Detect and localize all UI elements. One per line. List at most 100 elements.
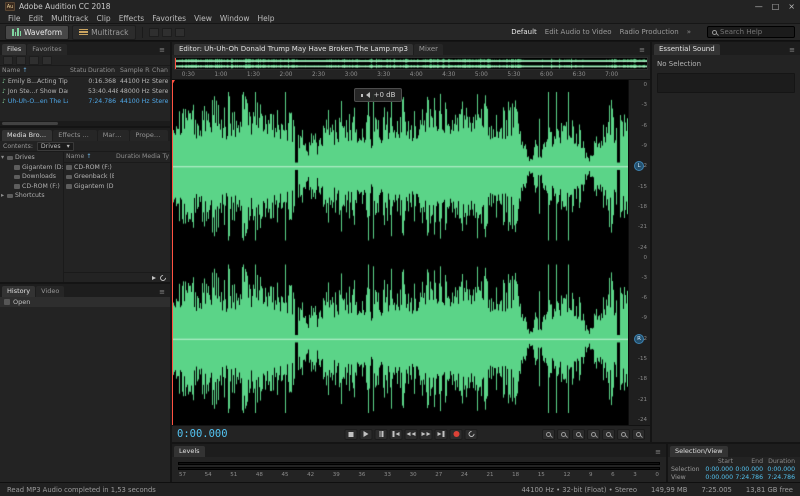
panel-menu-icon[interactable]: ≡: [786, 46, 798, 55]
column-media-type[interactable]: Media Ty: [140, 152, 170, 162]
tree-item[interactable]: ▾ Drives: [0, 153, 63, 163]
skip-to-start-button[interactable]: [389, 428, 403, 440]
search-help-box[interactable]: [707, 26, 795, 38]
view-start[interactable]: 0:00.000: [705, 474, 735, 482]
waveform-mode-button[interactable]: Waveform: [5, 24, 70, 40]
rewind-button[interactable]: [404, 428, 418, 440]
volume-hud[interactable]: +0 dB: [353, 88, 403, 102]
media-list-row[interactable]: Gigantem (D:): [64, 182, 170, 192]
open-file-button[interactable]: [16, 55, 26, 65]
menu-item[interactable]: Multitrack: [47, 14, 92, 23]
zoom-out-button[interactable]: [557, 428, 570, 440]
file-row[interactable]: ♪Emily B...Acting Tips.mp3 0:16.368 4410…: [0, 77, 170, 87]
maximize-button[interactable]: □: [772, 2, 780, 11]
move-tool-button[interactable]: [148, 27, 159, 37]
insert-multitrack-button[interactable]: [42, 55, 52, 65]
menu-item[interactable]: Help: [253, 14, 278, 23]
tab-effects-rack[interactable]: Effects Rack: [53, 130, 97, 141]
menu-item[interactable]: Effects: [115, 14, 149, 23]
media-list-row[interactable]: Greenback (E:): [64, 172, 170, 182]
selection-duration[interactable]: 0:00.000: [765, 466, 797, 474]
new-file-button[interactable]: [29, 55, 39, 65]
workspace-radio-production[interactable]: Radio Production: [620, 28, 679, 36]
tab-favorites[interactable]: Favorites: [27, 44, 67, 55]
disclosure-caret[interactable]: ▸: [0, 191, 5, 201]
zoom-out-vertical-button[interactable]: [617, 428, 630, 440]
timeline-ruler[interactable]: 0:30 1:00 1:30 2:00 2:30 3:00 3:30 4:00 4:30 5:00…: [172, 70, 650, 80]
tree-item[interactable]: Downloads: [0, 172, 63, 182]
tab-video[interactable]: Video: [36, 286, 65, 297]
record-button[interactable]: [449, 428, 463, 440]
zoom-out-horizontal-button[interactable]: [587, 428, 600, 440]
tab-mixer[interactable]: Mixer: [413, 44, 444, 55]
multitrack-mode-button[interactable]: Multitrack: [72, 24, 136, 40]
panel-menu-icon[interactable]: ≡: [652, 448, 664, 457]
column-name[interactable]: Name: [66, 152, 84, 162]
tab-editor[interactable]: Editor: Uh-Uh-Oh Donald Trump May Have B…: [174, 44, 413, 55]
minimize-button[interactable]: —: [755, 2, 763, 11]
column-status[interactable]: Status: [68, 66, 86, 76]
tab-properties[interactable]: Properties: [130, 130, 168, 141]
menu-item[interactable]: Window: [216, 14, 254, 23]
tab-essential-sound[interactable]: Essential Sound: [654, 44, 720, 55]
preview-play-icon[interactable]: [152, 275, 156, 280]
hud-gain-value[interactable]: +0 dB: [374, 91, 396, 99]
scrollbar-thumb[interactable]: [2, 122, 58, 125]
current-time-display[interactable]: 0:00.000: [177, 428, 228, 440]
tab-levels[interactable]: Levels: [174, 446, 205, 457]
playhead[interactable]: [172, 80, 175, 425]
main-waveform-canvas[interactable]: [172, 80, 628, 425]
panel-menu-icon[interactable]: ≡: [156, 288, 168, 297]
stop-button[interactable]: [344, 428, 358, 440]
view-end[interactable]: 7:24.786: [735, 474, 765, 482]
column-channels[interactable]: Channels: [150, 66, 168, 76]
overview-playhead[interactable]: [175, 58, 176, 69]
zoom-in-horizontal-button[interactable]: [572, 428, 585, 440]
tree-item[interactable]: Gigantem (D:): [0, 163, 63, 173]
razor-tool-button[interactable]: [161, 27, 172, 37]
panel-menu-icon[interactable]: ≡: [636, 46, 648, 55]
import-file-button[interactable]: [3, 55, 13, 65]
tab-media-browser[interactable]: Media Browser: [2, 130, 53, 141]
tree-item[interactable]: CD-ROM (F:): [0, 182, 63, 192]
column-name[interactable]: Name: [2, 66, 20, 76]
menu-item[interactable]: Favorites: [148, 14, 190, 23]
column-duration[interactable]: Duration: [86, 66, 118, 76]
menu-item[interactable]: File: [4, 14, 25, 23]
tab-markers[interactable]: Markers: [97, 130, 130, 141]
menu-item[interactable]: View: [190, 14, 216, 23]
disclosure-caret[interactable]: ▾: [0, 153, 5, 163]
fast-forward-button[interactable]: [419, 428, 433, 440]
tab-files[interactable]: Files: [2, 44, 27, 55]
workspace-default[interactable]: Default: [511, 28, 537, 36]
loop-playback-button[interactable]: [464, 428, 478, 440]
close-button[interactable]: ×: [788, 2, 795, 11]
loop-preview-icon[interactable]: [158, 273, 168, 282]
column-duration[interactable]: Duration: [114, 152, 140, 162]
file-row-selected[interactable]: ♪Uh-Uh-O...en The Lamp.mp3 7:24.786 4410…: [0, 97, 170, 107]
tree-item[interactable]: ▸ Shortcuts: [0, 191, 63, 201]
selection-end[interactable]: 0:00.000: [735, 466, 765, 474]
overview-waveform-canvas[interactable]: [175, 58, 647, 69]
right-channel-badge[interactable]: R: [634, 333, 644, 344]
selection-start[interactable]: 0:00.000: [705, 466, 735, 474]
panel-menu-icon[interactable]: ≡: [156, 46, 168, 55]
pause-button[interactable]: [374, 428, 388, 440]
menu-item[interactable]: Clip: [93, 14, 115, 23]
search-help-input[interactable]: [720, 28, 790, 36]
waveform-overview-navigator[interactable]: [174, 57, 648, 70]
file-row[interactable]: ♪Jon Ste...r Show Dark.mp3 53:40.448 480…: [0, 87, 170, 97]
play-button[interactable]: [359, 428, 373, 440]
menu-item[interactable]: Edit: [25, 14, 48, 23]
media-list-row[interactable]: CD-ROM (F:): [64, 163, 170, 173]
workspace-overflow-icon[interactable]: »: [687, 28, 691, 36]
view-duration[interactable]: 7:24.786: [765, 474, 797, 482]
files-horizontal-scrollbar[interactable]: [0, 121, 170, 126]
column-sample-rate[interactable]: Sample Rate: [118, 66, 150, 76]
contents-dropdown[interactable]: Drives ▾: [36, 141, 74, 151]
slip-tool-button[interactable]: [174, 27, 185, 37]
zoom-in-button[interactable]: [542, 428, 555, 440]
tab-selection-view[interactable]: Selection/View: [670, 446, 728, 457]
skip-to-end-button[interactable]: [434, 428, 448, 440]
zoom-to-selection-button[interactable]: [632, 428, 645, 440]
